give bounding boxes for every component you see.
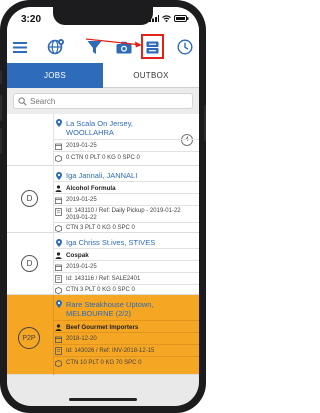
tab-bar: JOBS OUTBOX <box>7 63 199 88</box>
job-card[interactable]: D Iga Chriss St.ives, STIVES Cospak 2019… <box>7 233 199 295</box>
mute-switch <box>0 70 2 84</box>
package-icon <box>55 154 62 162</box>
calendar-icon <box>55 196 62 204</box>
job-reference: Id: 143116 / Ref: SALE2401 <box>66 276 141 282</box>
job-date: 2019-01-25 <box>66 197 97 203</box>
job-type-badge: P2P <box>18 327 40 349</box>
row-divider <box>53 151 199 152</box>
toolbar <box>7 31 199 63</box>
row-divider <box>53 248 199 249</box>
job-address: Iga Chriss St.ives, STIVES <box>66 238 156 247</box>
row-divider <box>53 332 199 333</box>
job-date: 2018-12-20 <box>66 336 97 342</box>
person-icon <box>55 251 62 259</box>
status-icons <box>149 15 189 22</box>
menu-icon[interactable] <box>10 35 30 59</box>
battery-icon <box>174 15 189 22</box>
package-icon <box>55 224 62 232</box>
job-load: 0 CTN 0 PLT 0 KG 0 SPC 0 <box>66 155 140 161</box>
app-screen: 3:20 JOBS OUTBOX Search 4 La Scala On Je… <box>7 7 199 406</box>
document-icon <box>55 208 62 216</box>
row-divider <box>53 344 199 345</box>
notch <box>53 7 153 25</box>
globe-settings-icon[interactable] <box>45 35 67 59</box>
calendar-icon <box>55 142 62 150</box>
wifi-icon <box>162 15 171 22</box>
job-load: CTN 10 PLT 0 KG 70 SPC 0 <box>66 360 142 366</box>
location-pin-icon <box>55 171 62 180</box>
package-icon <box>55 286 62 294</box>
row-divider <box>53 181 199 182</box>
row-divider <box>53 260 199 261</box>
calendar-icon <box>55 263 62 271</box>
location-pin-icon <box>55 238 62 247</box>
location-pin-icon <box>55 119 62 127</box>
search-bar <box>7 88 199 114</box>
volume-down-button <box>0 128 2 154</box>
search-box <box>13 93 193 109</box>
job-date: 2019-01-25 <box>66 264 97 270</box>
row-divider <box>53 139 199 140</box>
job-type-badge: D <box>21 190 38 207</box>
row-divider <box>53 272 199 273</box>
job-customer: Cospak <box>66 251 89 259</box>
column-divider <box>53 295 54 375</box>
person-icon <box>55 184 62 192</box>
volume-up-button <box>0 95 2 121</box>
row-divider <box>53 222 199 223</box>
row-divider <box>53 205 199 206</box>
clock-icon[interactable] <box>175 35 195 59</box>
job-card-selected[interactable]: P2P Rare Steakhouse Uptown, MELBOURNE (2… <box>7 295 199 375</box>
job-card[interactable]: D Iga Jannali, JANNALI Alcohol Formula 2… <box>7 166 199 233</box>
job-card[interactable]: 4 La Scala On Jersey, WOOLLAHRA 2019-01-… <box>7 114 199 166</box>
calendar-icon <box>55 335 62 343</box>
home-indicator[interactable] <box>69 398 137 401</box>
row-divider <box>53 284 199 285</box>
location-pin-icon <box>55 300 62 308</box>
job-load: CTN 3 PLT 0 KG 0 SPC 0 <box>66 287 135 293</box>
job-address: La Scala On Jersey, WOOLLAHRA <box>66 119 133 137</box>
job-date: 2019-01-25 <box>66 143 97 149</box>
row-divider <box>53 193 199 194</box>
job-address: Rare Steakhouse Uptown, MELBOURNE (2/2) <box>66 300 154 318</box>
job-count-badge: 4 <box>181 134 193 146</box>
job-reference: Id: 143026 / Ref: INV-2018-12-15 <box>66 348 155 354</box>
status-bar: 3:20 <box>7 7 199 31</box>
search-input[interactable] <box>30 95 185 107</box>
job-load: CTN 3 PLT 0 KG 0 SPC 0 <box>66 225 135 231</box>
package-icon <box>55 359 62 367</box>
signal-icon <box>149 15 159 22</box>
job-reference: Id: 143110 / Ref: Daily Pickup - 2019-01… <box>66 208 181 221</box>
phone-frame: 3:20 JOBS OUTBOX Search 4 La Scala On Je… <box>0 0 206 413</box>
row-divider <box>53 356 199 357</box>
tab-outbox[interactable]: OUTBOX <box>103 63 199 88</box>
column-divider <box>53 233 54 295</box>
annotation-highlight-box <box>141 34 164 59</box>
job-type-badge: D <box>21 255 38 272</box>
column-divider <box>53 114 54 166</box>
annotation-arrow-icon <box>85 38 142 48</box>
document-icon <box>55 347 62 355</box>
power-button <box>204 105 206 141</box>
job-customer: Alcohol Formula <box>66 184 116 192</box>
tab-jobs[interactable]: JOBS <box>7 63 103 88</box>
job-address: Iga Jannali, JANNALI <box>66 171 138 180</box>
search-icon <box>18 97 27 106</box>
person-icon <box>55 323 62 331</box>
status-time: 3:20 <box>21 14 42 25</box>
row-divider <box>53 320 199 321</box>
job-customer: Beef Gourmet Importers <box>66 323 139 331</box>
document-icon <box>55 275 62 283</box>
